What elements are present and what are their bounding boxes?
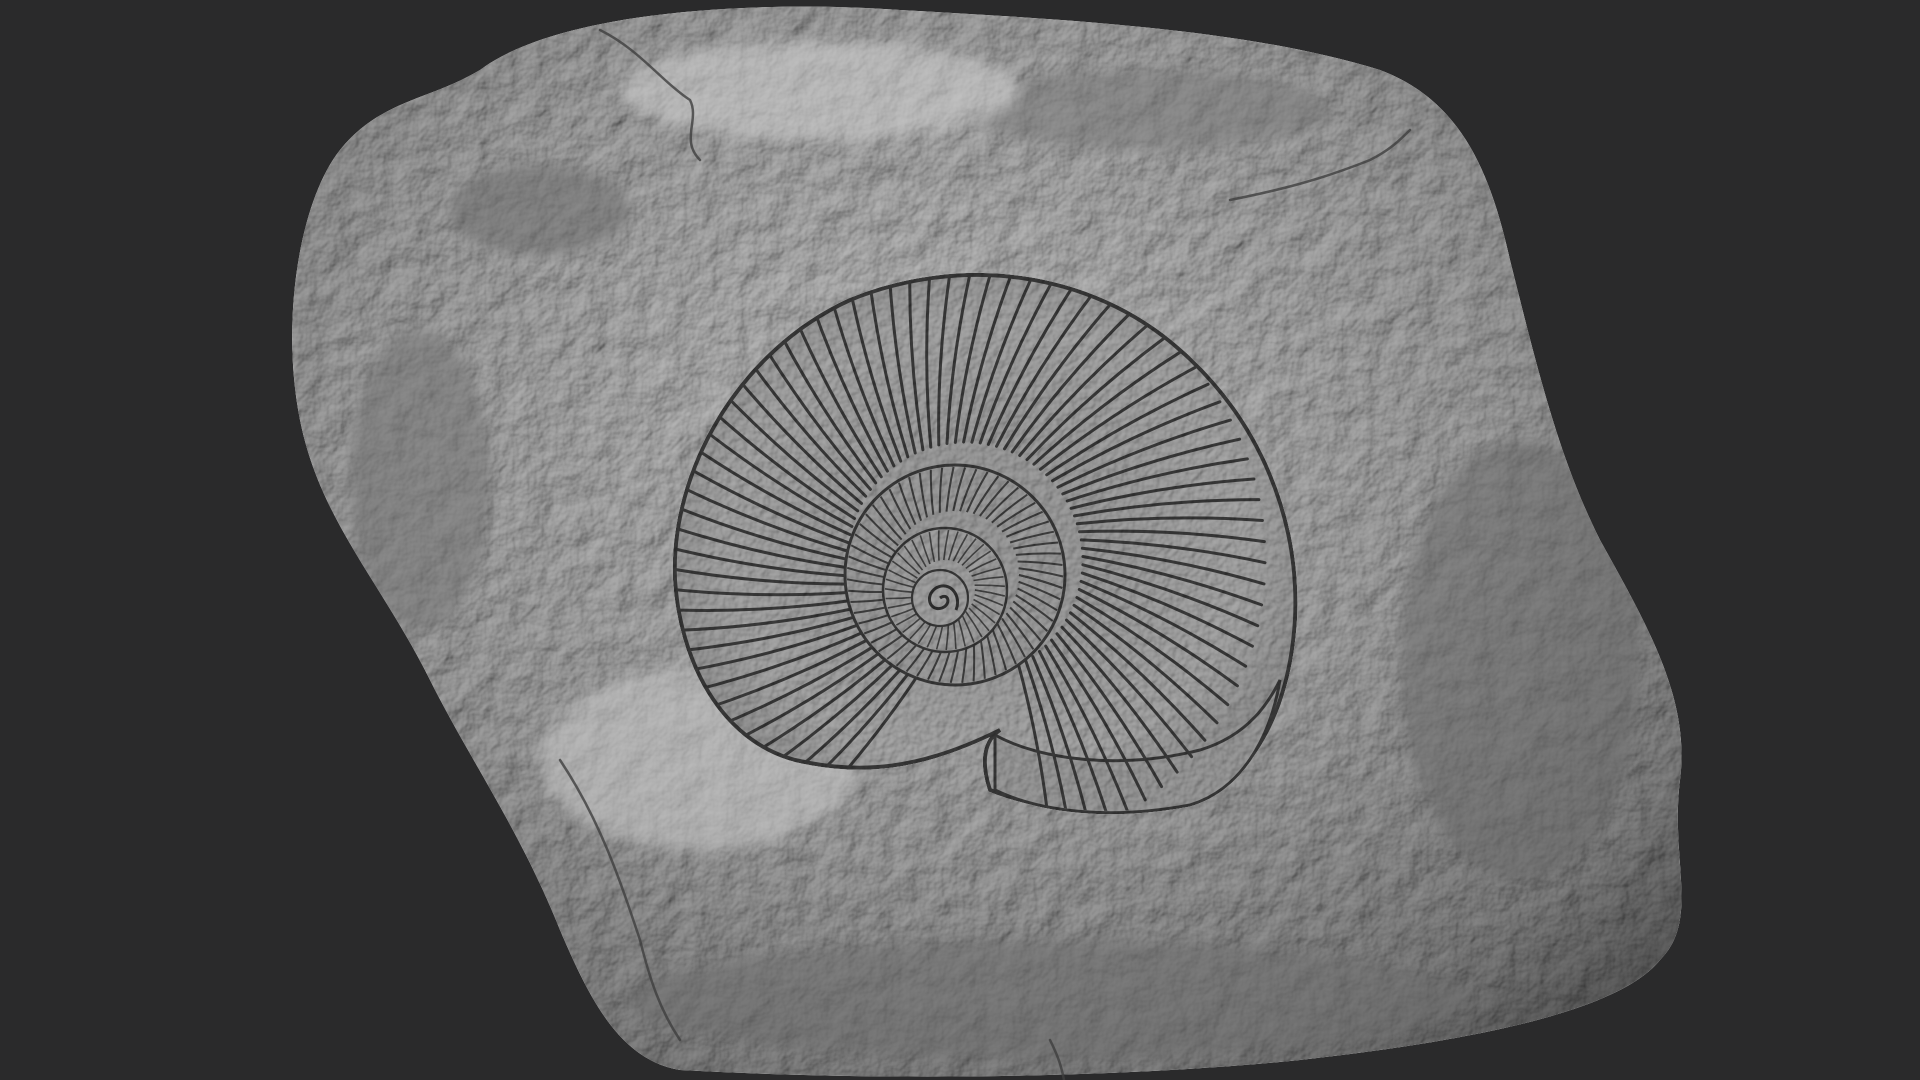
sculpt-render	[292, 6, 1682, 1080]
3d-viewport[interactable]	[0, 0, 1920, 1080]
